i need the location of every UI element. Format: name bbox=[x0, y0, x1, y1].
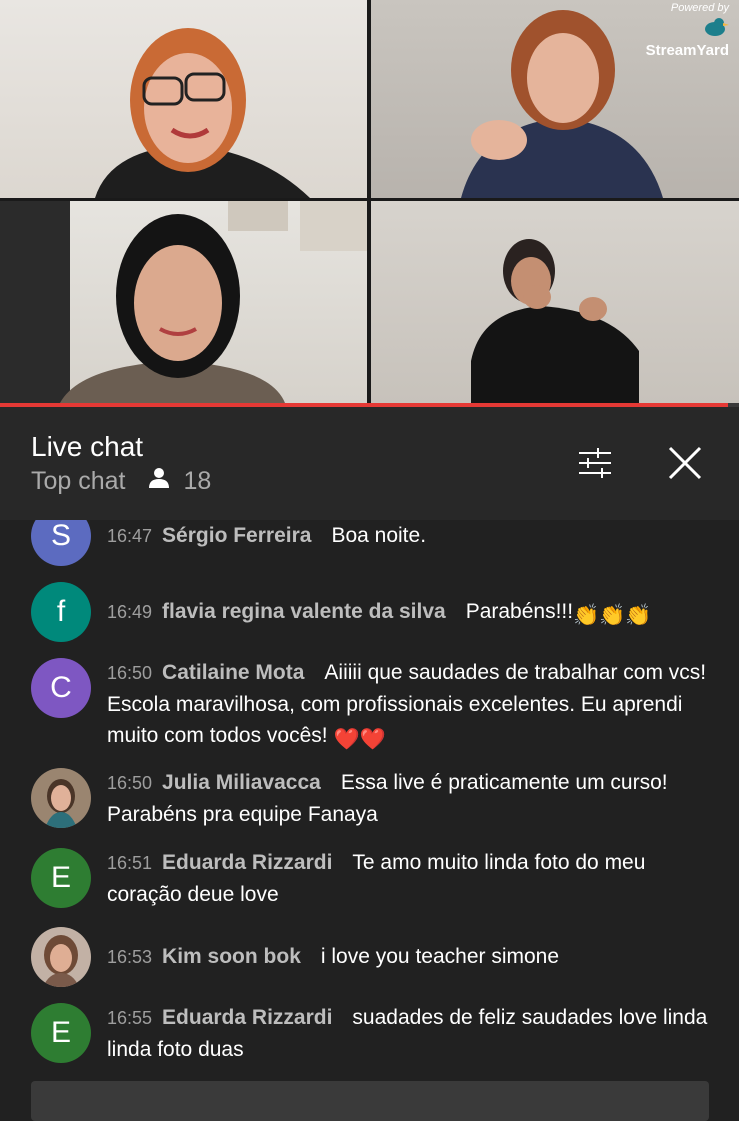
message-text: Boa noite. bbox=[331, 524, 427, 547]
participant-4-image bbox=[471, 239, 639, 403]
viewer-count: 18 bbox=[148, 467, 212, 496]
participant-3-image bbox=[0, 201, 367, 403]
streamyard-logo-icon bbox=[701, 17, 729, 40]
chat-mode-label[interactable]: Top chat bbox=[31, 467, 126, 496]
message-author[interactable]: Kim soon bok bbox=[162, 945, 301, 968]
video-player[interactable]: Powered by StreamYard bbox=[0, 0, 739, 403]
avatar[interactable]: f bbox=[31, 582, 91, 642]
avatar-initial: E bbox=[50, 861, 71, 894]
avatar-photo[interactable] bbox=[31, 768, 91, 828]
powered-by-text: Powered by bbox=[670, 2, 729, 14]
message-time: 16:53 bbox=[107, 947, 153, 967]
tune-icon bbox=[577, 447, 613, 484]
message-time: 16:49 bbox=[107, 602, 153, 622]
message-time: 16:47 bbox=[107, 526, 153, 546]
streamyard-brand: Powered by StreamYard bbox=[646, 2, 729, 59]
message-body: 16:50 Julia Miliavacca Essa live é pratica… bbox=[107, 767, 717, 830]
close-icon bbox=[667, 445, 703, 486]
avatar[interactable]: E bbox=[31, 848, 91, 908]
viewer-count-number: 18 bbox=[183, 467, 212, 495]
message-time: 16:55 bbox=[107, 1008, 153, 1028]
live-chat-title: Live chat bbox=[31, 431, 144, 462]
message-time: 16:51 bbox=[107, 853, 153, 873]
clapping-hands-emoji: 👏👏👏 bbox=[573, 604, 652, 627]
avatar[interactable]: E bbox=[31, 1003, 91, 1063]
avatar[interactable]: S bbox=[31, 520, 91, 566]
avatar-photo[interactable] bbox=[31, 927, 91, 987]
message-body: 16:51 Eduarda Rizzardi Te amo muito linda … bbox=[107, 847, 717, 910]
message-author[interactable]: Sérgio Ferreira bbox=[162, 524, 311, 547]
avatar-photo-image bbox=[31, 927, 91, 987]
message-text: Parabéns!!! bbox=[465, 600, 574, 623]
message-author[interactable]: flavia regina valente da silva bbox=[162, 600, 446, 623]
chat-mode-row[interactable]: Top chat 18 bbox=[31, 467, 211, 496]
message-body: 16:53 Kim soon bok i love you teacher simo… bbox=[107, 941, 717, 973]
message-body: 16:47 Sérgio Ferreira Boa noite. bbox=[107, 520, 717, 552]
avatar-photo-image bbox=[31, 768, 91, 828]
avatar-initial: C bbox=[50, 671, 72, 704]
person-icon bbox=[148, 467, 170, 496]
participant-tile-3 bbox=[0, 201, 367, 403]
message-time: 16:50 bbox=[107, 773, 153, 793]
close-chat-button[interactable] bbox=[665, 445, 705, 485]
message-time: 16:50 bbox=[107, 663, 153, 683]
participant-tile-2: Powered by StreamYard bbox=[371, 0, 739, 198]
avatar[interactable]: C bbox=[31, 658, 91, 718]
participant-1-image bbox=[95, 28, 310, 198]
chat-input-bar[interactable] bbox=[31, 1081, 709, 1121]
avatar-initial: S bbox=[50, 520, 71, 552]
message-author[interactable]: Catilaine Mota bbox=[162, 661, 304, 684]
chat-message-list[interactable]: S 16:47 Sérgio Ferreira Boa noite. f 16:49… bbox=[0, 520, 739, 1108]
chat-filter-button[interactable] bbox=[575, 445, 615, 485]
message-author[interactable]: Eduarda Rizzardi bbox=[162, 1006, 332, 1029]
message-body: 16:50 Catilaine Mota Aiiiii que saudades d… bbox=[107, 657, 717, 755]
participant-tile-1 bbox=[0, 0, 367, 198]
message-text: i love you teacher simone bbox=[320, 945, 560, 968]
message-author[interactable]: Eduarda Rizzardi bbox=[162, 851, 332, 874]
avatar-initial: f bbox=[56, 595, 66, 628]
message-body: 16:55 Eduarda Rizzardi suadades de feliz s… bbox=[107, 1002, 717, 1065]
live-chat-header: Live chat Top chat 18 bbox=[0, 407, 739, 520]
heart-emoji: ❤️❤️ bbox=[333, 728, 386, 751]
streamyard-name: StreamYard bbox=[645, 42, 729, 59]
message-body: 16:49 flavia regina valente da silva Parab… bbox=[107, 596, 717, 631]
avatar-initial: E bbox=[50, 1016, 71, 1049]
participant-tile-4 bbox=[371, 201, 739, 403]
message-author[interactable]: Julia Miliavacca bbox=[162, 771, 321, 794]
